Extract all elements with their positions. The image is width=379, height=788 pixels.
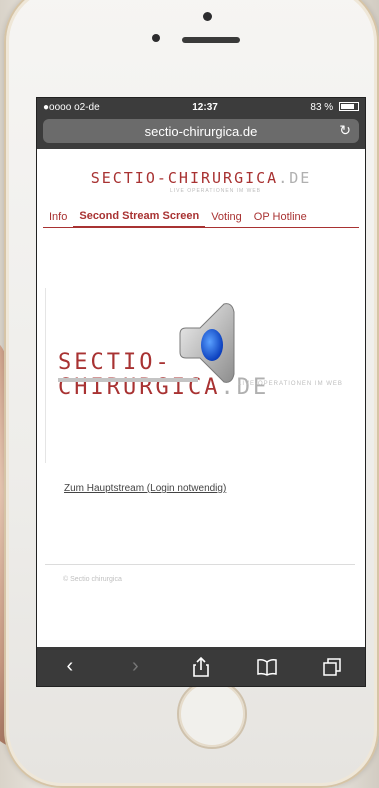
earpiece-speaker: [182, 37, 240, 43]
tab-voting[interactable]: Voting: [205, 211, 248, 227]
footer-divider: [45, 564, 355, 565]
site-logo[interactable]: SECTIO-CHIRURGICA.DE: [37, 169, 365, 187]
copyright-text: © Sectio chirurgica: [63, 576, 122, 583]
browser-toolbar: ‹ ›: [37, 647, 365, 686]
chevron-right-icon[interactable]: ›: [120, 654, 150, 680]
status-bar: ●oooo o2-de 12:37 83 %: [37, 98, 365, 116]
address-bar[interactable]: sectio-chirurgica.de ↻: [43, 119, 359, 143]
chevron-left-icon[interactable]: ‹: [55, 654, 85, 680]
clock: 12:37: [192, 101, 218, 113]
proximity-sensor: [152, 34, 160, 42]
main-stream-link[interactable]: Zum Hauptstream (Login notwendig): [64, 483, 226, 494]
front-camera: [203, 12, 212, 21]
stream-video[interactable]: SECTIO-CHIRURGICA.DE LIVE-OPERATIONEN IM…: [45, 288, 356, 463]
browser-header: sectio-chirurgica.de ↻: [37, 116, 365, 149]
battery-status: 83 %: [310, 102, 359, 113]
battery-icon: [338, 102, 359, 112]
battery-percent: 83 %: [310, 101, 334, 113]
tab-info[interactable]: Info: [43, 211, 73, 227]
book-icon[interactable]: [252, 654, 282, 680]
tab-second-stream-screen[interactable]: Second Stream Screen: [73, 210, 206, 228]
site-logo-main: SECTIO-CHIRURGICA: [90, 169, 279, 187]
carrier-label: ●oooo o2-de: [43, 101, 100, 113]
phone-screen: ●oooo o2-de 12:37 83 % sectio-chirurgica…: [36, 97, 366, 687]
tabs-icon[interactable]: [317, 654, 347, 680]
site-logo-tld: .DE: [278, 169, 312, 187]
share-icon[interactable]: [186, 654, 216, 680]
reload-icon[interactable]: ↻: [339, 122, 351, 139]
url-text: sectio-chirurgica.de: [144, 123, 258, 139]
home-button[interactable]: [177, 679, 247, 749]
site-logo-subtitle: LIVE OPERATIONEN IM WEB: [170, 188, 261, 194]
video-logo-subtitle: LIVE-OPERATIONEN IM WEB: [238, 381, 343, 387]
video-logo-bar: [58, 378, 198, 382]
tab-op-hotline[interactable]: OP Hotline: [248, 211, 313, 227]
speaker-icon[interactable]: [178, 298, 238, 388]
nav-tabs: Info Second Stream Screen Voting OP Hotl…: [43, 210, 359, 228]
